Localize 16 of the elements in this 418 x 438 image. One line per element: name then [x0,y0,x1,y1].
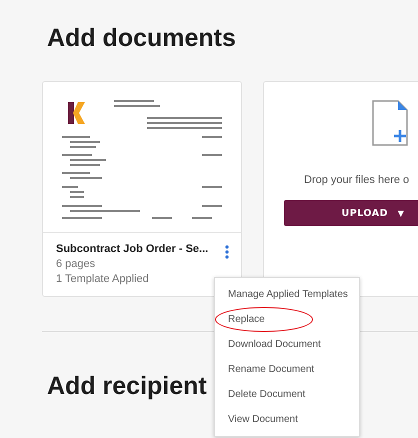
section-heading: Add recipient [47,372,207,401]
caret-icon: ▼ [398,208,404,218]
menu-item[interactable]: Manage Applied Templates [215,282,359,307]
drop-hint: Drop your files here o [304,174,410,186]
add-file-icon [372,100,408,146]
page-count: 6 pages [56,258,96,270]
menu-item[interactable]: Delete Document [215,382,359,407]
template-count: 1 Template Applied [56,273,150,285]
more-options-button[interactable] [223,245,231,259]
menu-item[interactable]: View Document [215,407,359,432]
menu-item[interactable]: Download Document [215,332,359,357]
upload-button[interactable]: UPLOAD ▼ [284,200,418,226]
section-heading: Add documents [47,24,237,53]
menu-item[interactable]: Rename Document [215,357,359,382]
document-title: Subcontract Job Order - Se... [56,243,210,255]
menu-item[interactable]: Replace [215,307,359,332]
